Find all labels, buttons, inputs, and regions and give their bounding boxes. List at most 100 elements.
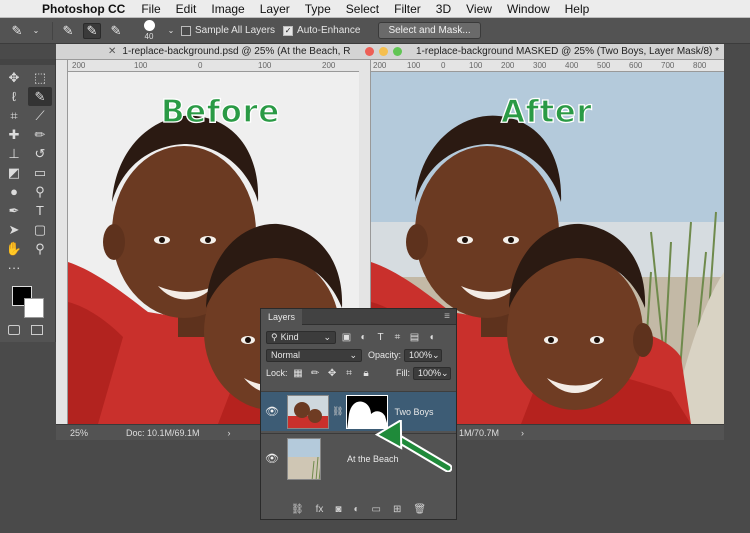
visibility-eye-icon[interactable]: 👁︎ <box>261 405 283 418</box>
eyedropper-tool-icon[interactable]: ⟋ <box>28 106 52 125</box>
menu-app-name[interactable]: Photoshop CC <box>42 2 125 16</box>
marquee-tool-icon[interactable]: ⬚ <box>28 68 52 87</box>
menu-select[interactable]: Select <box>346 2 379 16</box>
menu-file[interactable]: File <box>141 2 160 16</box>
brush-tip-icon <box>143 20 155 31</box>
brush-tool-icon[interactable]: ✏ <box>28 125 52 144</box>
dodge-tool-icon[interactable]: ⚲ <box>28 182 52 201</box>
adjustment-filter-icon[interactable]: ◐ <box>357 332 370 343</box>
fill-value: 100% <box>418 368 442 378</box>
gradient-tool-icon[interactable]: ▭ <box>28 163 52 182</box>
pixel-filter-icon[interactable]: ▣ <box>340 332 353 343</box>
ruler-mark: 0 <box>198 61 203 70</box>
layer-style-fx-icon[interactable]: fx <box>316 504 324 515</box>
status-menu-arrow-icon[interactable]: › <box>521 428 524 438</box>
zoom-level[interactable]: 25% <box>56 428 106 438</box>
menu-layer[interactable]: Layer <box>260 2 290 16</box>
mask-link-icon[interactable]: ⛓ <box>332 406 343 417</box>
pen-tool-icon[interactable]: ✒ <box>2 201 26 220</box>
chevron-down-icon[interactable]: ⌄ <box>32 23 40 39</box>
auto-enhance-checkbox[interactable]: ✓ Auto-Enhance <box>283 25 360 36</box>
document-tab-after[interactable]: 1-replace-background MASKED @ 25% (Two B… <box>359 44 724 60</box>
opacity-input[interactable]: 100% ⌄ <box>404 348 443 362</box>
lock-position-icon[interactable]: ✥ <box>326 368 339 379</box>
healing-brush-icon[interactable]: ✚ <box>2 125 26 144</box>
lasso-tool-icon[interactable]: ℓ <box>2 87 26 106</box>
ruler-mark: 100 <box>134 61 148 70</box>
screen-mode-icon[interactable] <box>31 325 43 335</box>
layer-name-two-boys[interactable]: Two Boys <box>394 407 433 417</box>
brush-size-picker[interactable]: 40 <box>135 20 163 41</box>
sample-all-layers-checkbox[interactable]: Sample All Layers <box>181 25 275 36</box>
quick-selection-preset-icon[interactable]: ✎ <box>8 23 26 39</box>
chevron-down-icon[interactable]: ⌄ <box>167 23 175 39</box>
filter-kind-select[interactable]: ⚲ Kind ⌄ <box>266 330 336 344</box>
shape-tool-icon[interactable]: ▢ <box>28 220 52 239</box>
quick-selection-tool-icon[interactable]: ✎ <box>28 87 52 106</box>
type-filter-icon[interactable]: T <box>374 332 387 343</box>
subtract-from-selection-icon[interactable]: ✎ <box>107 23 125 39</box>
fill-input[interactable]: 100% ⌄ <box>413 366 451 380</box>
quick-mask-icon[interactable] <box>8 325 20 335</box>
lock-artboard-icon[interactable]: ⌗ <box>343 368 356 379</box>
horizontal-ruler: 200 100 0 100 200 <box>68 60 359 72</box>
filter-toggle-icon[interactable]: ◖ <box>425 332 438 343</box>
ruler-mark: 600 <box>629 61 643 70</box>
zoom-tool-icon[interactable]: ⚲ <box>28 239 52 258</box>
select-and-mask-button[interactable]: Select and Mask... <box>378 22 481 39</box>
close-window-icon[interactable] <box>365 47 374 56</box>
crop-tool-icon[interactable]: ⌗ <box>2 106 26 125</box>
menu-window[interactable]: Window <box>507 2 550 16</box>
blend-row: Normal ⌄ Opacity: 100% ⌄ <box>261 346 456 364</box>
zoom-window-icon[interactable] <box>393 47 402 56</box>
shape-filter-icon[interactable]: ⌗ <box>391 332 404 343</box>
path-selection-icon[interactable]: ➤ <box>2 220 26 239</box>
new-selection-icon[interactable]: ✎ <box>59 23 77 39</box>
delete-layer-icon[interactable]: 🗑︎ <box>413 504 426 515</box>
clone-stamp-icon[interactable]: ⊥ <box>2 144 26 163</box>
hand-tool-icon[interactable]: ✋ <box>2 239 26 258</box>
background-color-swatch[interactable] <box>24 298 44 318</box>
tab-layers[interactable]: Layers <box>261 308 303 325</box>
menu-help[interactable]: Help <box>565 2 590 16</box>
document-title-before: 1-replace-background.psd @ 25% (At the B… <box>122 46 351 57</box>
adjustment-layer-icon[interactable]: ◐ <box>353 504 359 515</box>
menu-view[interactable]: View <box>466 2 492 16</box>
menu-type[interactable]: Type <box>305 2 331 16</box>
lock-image-icon[interactable]: ✏ <box>309 368 322 379</box>
menu-3d[interactable]: 3D <box>436 2 451 16</box>
document-tab-before[interactable]: ✕ 1-replace-background.psd @ 25% (At the… <box>56 44 359 60</box>
layers-panel-footer: ⛓ fx ◙ ◐ ▭ ⊞ 🗑︎ <box>261 499 456 519</box>
brush-size-value: 40 <box>144 32 154 41</box>
close-tab-icon[interactable]: ✕ <box>108 46 116 57</box>
link-layers-icon[interactable]: ⛓ <box>291 504 304 515</box>
horizontal-ruler: 200 100 0 100 200 300 400 500 600 700 80… <box>371 60 724 72</box>
ruler-mark: 200 <box>373 61 387 70</box>
after-heading: After <box>500 93 593 130</box>
lock-all-icon[interactable]: 🔒︎ <box>360 368 373 379</box>
minimize-window-icon[interactable] <box>379 47 388 56</box>
filter-kind-value: Kind <box>280 332 299 342</box>
add-to-selection-icon[interactable]: ✎ <box>83 22 101 39</box>
visibility-eye-icon[interactable]: 👁︎ <box>261 452 283 465</box>
auto-enhance-label: Auto-Enhance <box>297 25 361 36</box>
blur-tool-icon[interactable]: ● <box>2 182 26 201</box>
add-mask-icon[interactable]: ◙ <box>335 504 341 515</box>
menu-filter[interactable]: Filter <box>394 2 421 16</box>
more-tools-icon[interactable]: ··· <box>2 258 26 277</box>
smart-object-filter-icon[interactable]: ▤ <box>408 332 421 343</box>
status-menu-arrow-icon[interactable]: › <box>228 428 231 438</box>
lock-transparent-icon[interactable]: ▦ <box>292 368 305 379</box>
chevron-down-icon: ⌄ <box>349 349 357 360</box>
type-tool-icon[interactable]: T <box>28 201 52 220</box>
move-tool-icon[interactable]: ✥ <box>2 68 26 87</box>
new-group-icon[interactable]: ▭ <box>372 504 381 515</box>
blend-mode-select[interactable]: Normal ⌄ <box>266 348 362 362</box>
ruler-mark: 0 <box>441 61 446 70</box>
menu-edit[interactable]: Edit <box>176 2 197 16</box>
menu-image[interactable]: Image <box>211 2 244 16</box>
eraser-tool-icon[interactable]: ◩ <box>2 163 26 182</box>
history-brush-icon[interactable]: ↺ <box>28 144 52 163</box>
panel-menu-icon[interactable]: ≡ <box>444 311 450 322</box>
new-layer-icon[interactable]: ⊞ <box>393 504 401 515</box>
